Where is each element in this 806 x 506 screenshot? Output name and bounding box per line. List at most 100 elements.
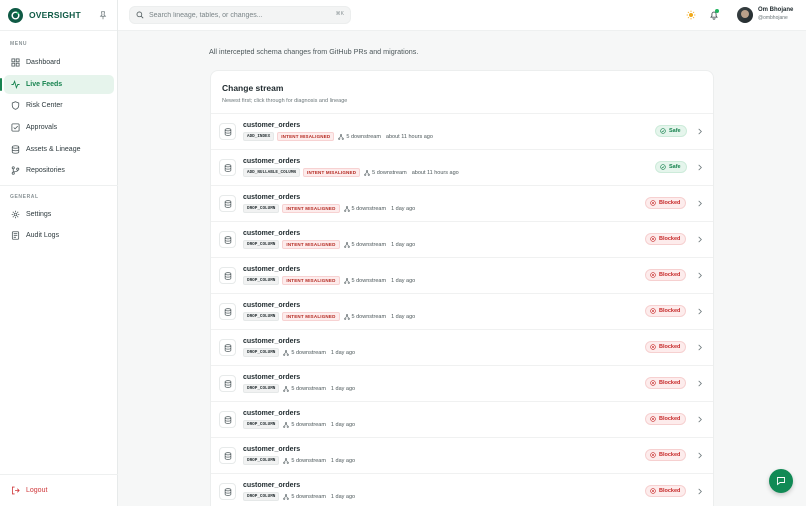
database-icon (11, 145, 20, 154)
sidebar-item-label: Settings (26, 211, 52, 218)
operation-tag: ADD_INDEX (243, 132, 275, 141)
sidebar-item-label: Live Feeds (26, 81, 63, 88)
change-row[interactable]: customer_orders DROP_COLUMN INTENT MISALIG… (211, 221, 713, 257)
downstream-count: 5 downstream (343, 241, 387, 248)
card-subtitle: Newest first; click through for diagnosi… (222, 98, 348, 104)
check-circle-icon (660, 164, 666, 170)
timestamp: 1 day ago (330, 421, 356, 428)
chevron-right-icon[interactable] (697, 416, 703, 423)
downstream-label: 5 downstream (351, 241, 387, 248)
table-icon (219, 267, 236, 284)
search-input[interactable] (149, 11, 319, 19)
change-row[interactable]: customer_orders ADD_NULLABLE_COLUMN INTENT… (211, 149, 713, 185)
intent-misaligned-tag: INTENT MISALIGNED (282, 276, 340, 285)
sidebar-item-settings[interactable]: Settings (4, 205, 114, 224)
user-handle: @ombhojane (758, 15, 788, 21)
change-row[interactable]: customer_orders DROP_COLUMN INTENT MISALIG… (211, 293, 713, 329)
chevron-right-icon[interactable] (697, 308, 703, 315)
sidebar-item-risk-center[interactable]: Risk Center (4, 96, 114, 115)
change-row[interactable]: customer_orders DROP_COLUMN INTENT MISALIG… (211, 257, 713, 293)
blocked-icon (650, 488, 656, 494)
downstream-count: 5 downstream (283, 386, 326, 392)
logo-icon (8, 7, 23, 23)
chevron-right-icon[interactable] (697, 272, 703, 279)
sidebar-item-assets-lineage[interactable]: Assets & Lineage (4, 140, 114, 159)
chevron-right-icon[interactable] (697, 344, 703, 351)
sidebar-item-label: Audit Logs (26, 232, 60, 239)
operation-tag: DROP_COLUMN (243, 492, 280, 501)
downstream-label: 5 downstream (351, 277, 387, 284)
check-circle-icon (660, 128, 666, 134)
change-row[interactable]: customer_orders ADD_INDEX INTENT MISALIGNE… (211, 113, 713, 149)
search-icon (136, 11, 144, 19)
chevron-right-icon[interactable] (697, 200, 703, 207)
downstream-label: 5 downstream (291, 457, 326, 464)
table-icon (219, 159, 236, 176)
operation-tag: DROP_COLUMN (243, 348, 280, 357)
change-meta: DROP_COLUMN 5 downstream 1 day ago (243, 456, 355, 465)
chevron-right-icon[interactable] (697, 380, 703, 387)
check-square-icon (11, 123, 20, 132)
gear-icon (11, 210, 20, 219)
change-meta: ADD_INDEX INTENT MISALIGNED 5 downstream ab… (243, 132, 433, 141)
lineage-icon (283, 385, 290, 392)
chat-button[interactable] (769, 469, 793, 493)
table-name: customer_orders (243, 374, 301, 381)
avatar[interactable] (737, 7, 753, 23)
change-row[interactable]: customer_orders DROP_COLUMN 5 downstream 1 … (211, 365, 713, 401)
sidebar-item-audit-logs[interactable]: Audit Logs (4, 226, 114, 245)
table-name: customer_orders (243, 158, 301, 165)
downstream-label: 5 downstream (372, 169, 407, 176)
table-name: customer_orders (243, 230, 301, 237)
change-row[interactable]: customer_orders DROP_COLUMN 5 downstream 1 … (211, 401, 713, 437)
git-branch-icon (11, 166, 20, 175)
status-badge: Blocked (645, 305, 687, 317)
chevron-right-icon[interactable] (697, 488, 703, 495)
sidebar-item-label: Risk Center (26, 102, 63, 109)
sidebar-item-approvals[interactable]: Approvals (4, 118, 114, 137)
table-name: customer_orders (243, 410, 301, 417)
change-row[interactable]: customer_orders DROP_COLUMN INTENT MISALIG… (211, 185, 713, 221)
pin-icon[interactable] (99, 11, 107, 20)
general-section-label: GENERAL (10, 194, 39, 200)
chevron-right-icon[interactable] (697, 236, 703, 243)
downstream-count: 5 downstream (343, 277, 387, 284)
table-icon (219, 411, 236, 428)
timestamp: about 11 hours ago (411, 169, 459, 176)
table-icon (219, 375, 236, 392)
sidebar-item-repositories[interactable]: Repositories (4, 161, 114, 180)
operation-tag: DROP_COLUMN (243, 240, 280, 249)
brand-name: OVERSIGHT (29, 10, 81, 20)
status-label: Safe (669, 128, 681, 134)
sidebar-divider (0, 185, 118, 186)
change-row[interactable]: customer_orders DROP_COLUMN 5 downstream 1 … (211, 437, 713, 473)
table-icon (219, 483, 236, 500)
sun-icon[interactable] (686, 10, 696, 20)
logout-button[interactable]: Logout (4, 481, 114, 500)
change-row[interactable]: customer_orders DROP_COLUMN 5 downstream 1 … (211, 329, 713, 365)
change-meta: DROP_COLUMN 5 downstream 1 day ago (243, 492, 355, 501)
change-row[interactable]: customer_orders DROP_COLUMN 5 downstream 1 … (211, 473, 713, 506)
lineage-icon (364, 169, 371, 176)
downstream-label: 5 downstream (351, 313, 387, 320)
menu-section-label: MENU (10, 41, 28, 47)
operation-tag: DROP_COLUMN (243, 384, 280, 393)
chevron-right-icon[interactable] (697, 128, 703, 135)
chevron-right-icon[interactable] (697, 164, 703, 171)
downstream-count: 5 downstream (283, 350, 326, 356)
sidebar-item-live-feeds[interactable]: Live Feeds (0, 75, 114, 94)
lineage-icon (283, 349, 290, 356)
search-bar[interactable]: ⌘K (129, 6, 351, 24)
change-list: customer_orders ADD_INDEX INTENT MISALIGNE… (211, 113, 713, 506)
table-name: customer_orders (243, 266, 301, 273)
change-meta: DROP_COLUMN INTENT MISALIGNED 5 downstream… (243, 276, 415, 285)
chevron-right-icon[interactable] (697, 452, 703, 459)
blocked-icon (650, 380, 656, 386)
operation-tag: DROP_COLUMN (243, 456, 280, 465)
change-meta: ADD_NULLABLE_COLUMN INTENT MISALIGNED 5 do… (243, 168, 459, 177)
status-badge: Blocked (645, 449, 687, 461)
intent-misaligned-tag: INTENT MISALIGNED (282, 240, 340, 249)
timestamp: 1 day ago (391, 313, 416, 320)
sidebar-item-dashboard[interactable]: Dashboard (4, 53, 114, 72)
downstream-count: 5 downstream (343, 313, 387, 320)
